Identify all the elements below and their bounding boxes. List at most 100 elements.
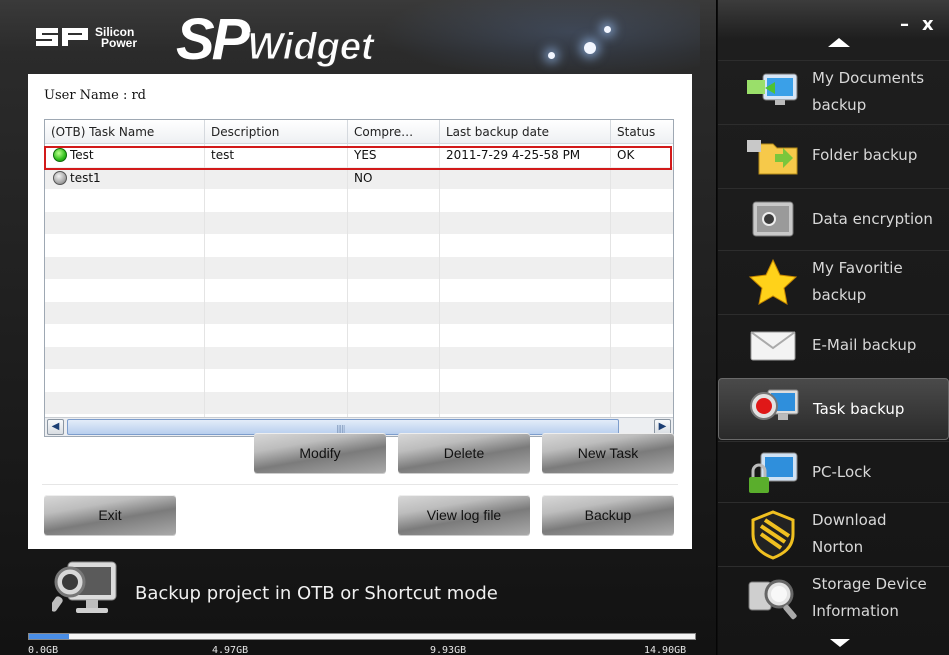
sidebar-item-sublabel: backup	[812, 96, 867, 114]
table-cell-compress: NO	[348, 166, 440, 189]
table-cell-name	[45, 279, 205, 302]
table-cell-name	[45, 234, 205, 257]
sidebar-item-label: Download	[812, 511, 887, 529]
sidebar-item-label: PC-Lock	[812, 463, 872, 481]
sidebar-item-my-documents[interactable]: My Documents backup	[718, 60, 949, 122]
light-dot	[584, 42, 596, 54]
table-cell-description	[205, 324, 348, 347]
table-cell-last-backup	[440, 211, 611, 234]
column-header-task-name[interactable]: (OTB) Task Name	[45, 120, 205, 144]
table-cell-name: test1	[45, 166, 205, 189]
table-row[interactable]	[45, 324, 673, 347]
table-row[interactable]	[45, 211, 673, 234]
lock-icon	[749, 452, 798, 493]
table-cell-last-backup	[440, 166, 611, 189]
sidebar-item-label: Task backup	[813, 400, 905, 418]
column-header-compress[interactable]: Compre…	[348, 120, 440, 144]
table-row[interactable]	[45, 346, 673, 370]
storage-usage-bar	[28, 633, 696, 640]
table-cell-compress	[348, 279, 440, 302]
table-cell-last-backup: 2011-7-29 4-25-58 PM	[440, 144, 611, 167]
usage-tick: 9.93GB	[430, 645, 467, 655]
sidebar-item-sublabel: backup	[812, 286, 867, 304]
table-cell-last-backup	[440, 189, 611, 212]
backup-button[interactable]: Backup	[542, 495, 674, 535]
table-cell-compress	[348, 211, 440, 234]
table-cell-description	[205, 211, 348, 234]
sidebar-item-e-mail-backup[interactable]: E-Mail backup	[718, 314, 949, 376]
table-row[interactable]	[45, 256, 673, 280]
table-cell-last-backup	[440, 301, 611, 324]
status-green-icon	[53, 148, 67, 162]
table-cell-description: test	[205, 144, 348, 167]
table-cell-status	[611, 257, 673, 280]
table-cell-compress	[348, 391, 440, 414]
delete-button[interactable]: Delete	[398, 433, 530, 473]
table-row[interactable]: test1 NO	[45, 166, 673, 189]
task-name: Test	[70, 148, 94, 162]
table-cell-description	[205, 346, 348, 369]
table-cell-status	[611, 302, 673, 325]
brand-sp: SP	[176, 7, 250, 72]
status-gray-icon	[53, 170, 67, 185]
monitor-search-icon	[52, 561, 117, 613]
storage-usage-fill	[29, 634, 69, 639]
view-log-button[interactable]: View log file	[398, 495, 530, 535]
scroll-left-icon[interactable]: ◀	[47, 419, 64, 435]
close-button[interactable]: x	[922, 14, 934, 35]
task-table[interactable]: (OTB) Task Name Description Compre… Last…	[44, 119, 674, 437]
table-row[interactable]	[45, 369, 673, 392]
task-name: test1	[70, 170, 101, 185]
content-panel: User Name : rd (OTB) Task Name Descripti…	[28, 74, 692, 549]
sidebar-item-label: Folder backup	[812, 146, 918, 164]
usage-tick: 4.97GB	[212, 645, 249, 655]
app-brand: SPWidget	[176, 6, 374, 72]
table-cell-description	[205, 279, 348, 302]
table-cell-compress	[348, 301, 440, 324]
table-row[interactable]	[45, 279, 673, 302]
sidebar-item-label: My Favoritie	[812, 259, 903, 277]
sidebar-item-pc-lock[interactable]: PC-Lock	[718, 441, 949, 503]
table-cell-last-backup	[440, 391, 611, 414]
column-header-last-backup[interactable]: Last backup date	[440, 120, 611, 144]
main-window: Silicon Power SPWidget User Name : rd (O…	[0, 0, 717, 655]
silicon-power-logo-icon	[36, 28, 88, 46]
table-cell-name	[45, 189, 205, 212]
minimize-button[interactable]: –	[900, 14, 909, 35]
table-cell-compress: YES	[348, 144, 440, 167]
column-header-status[interactable]: Status	[611, 120, 673, 144]
table-cell-description	[205, 256, 348, 279]
new-task-button[interactable]: New Task	[542, 433, 674, 473]
logo-text: Silicon Power	[95, 26, 137, 49]
sidebar-item-my-favoritie[interactable]: My Favoritie backup	[718, 250, 949, 312]
table-cell-name: Test	[45, 144, 205, 167]
sidebar-item-folder-backup[interactable]: Folder backup	[718, 124, 949, 186]
scroll-down-icon[interactable]	[830, 639, 850, 647]
table-cell-status	[611, 347, 673, 370]
table-row[interactable]	[45, 301, 673, 325]
table-cell-compress	[348, 324, 440, 347]
table-cell-status	[611, 189, 673, 212]
table-row[interactable]	[45, 391, 673, 414]
brand-widget: Widget	[247, 26, 374, 69]
table-cell-name	[45, 369, 205, 392]
exit-button[interactable]: Exit	[44, 495, 176, 535]
scroll-up-icon[interactable]	[828, 38, 850, 47]
sidebar-item-download[interactable]: Download Norton	[718, 502, 949, 564]
table-row[interactable]	[45, 234, 673, 257]
storage-search-icon	[748, 579, 797, 620]
sidebar-item-task-backup[interactable]: Task backup	[718, 378, 949, 440]
safe-icon	[752, 201, 794, 237]
table-row[interactable]	[45, 189, 673, 212]
table-cell-status	[611, 234, 673, 257]
modify-button[interactable]: Modify	[254, 433, 386, 473]
table-body: Test test YES 2011-7-29 4-25-58 PM OK test1 NO	[45, 144, 673, 436]
table-cell-name	[45, 301, 205, 324]
table-cell-name	[45, 391, 205, 414]
usage-tick: 14.90GB	[644, 645, 687, 655]
sidebar-item-data-encryption[interactable]: Data encryption	[718, 188, 949, 250]
norton-shield-icon	[751, 510, 795, 560]
table-row[interactable]: Test test YES 2011-7-29 4-25-58 PM OK	[45, 144, 673, 167]
sidebar-item-storage-device[interactable]: Storage Device Information	[718, 566, 949, 628]
column-header-description[interactable]: Description	[205, 120, 348, 144]
